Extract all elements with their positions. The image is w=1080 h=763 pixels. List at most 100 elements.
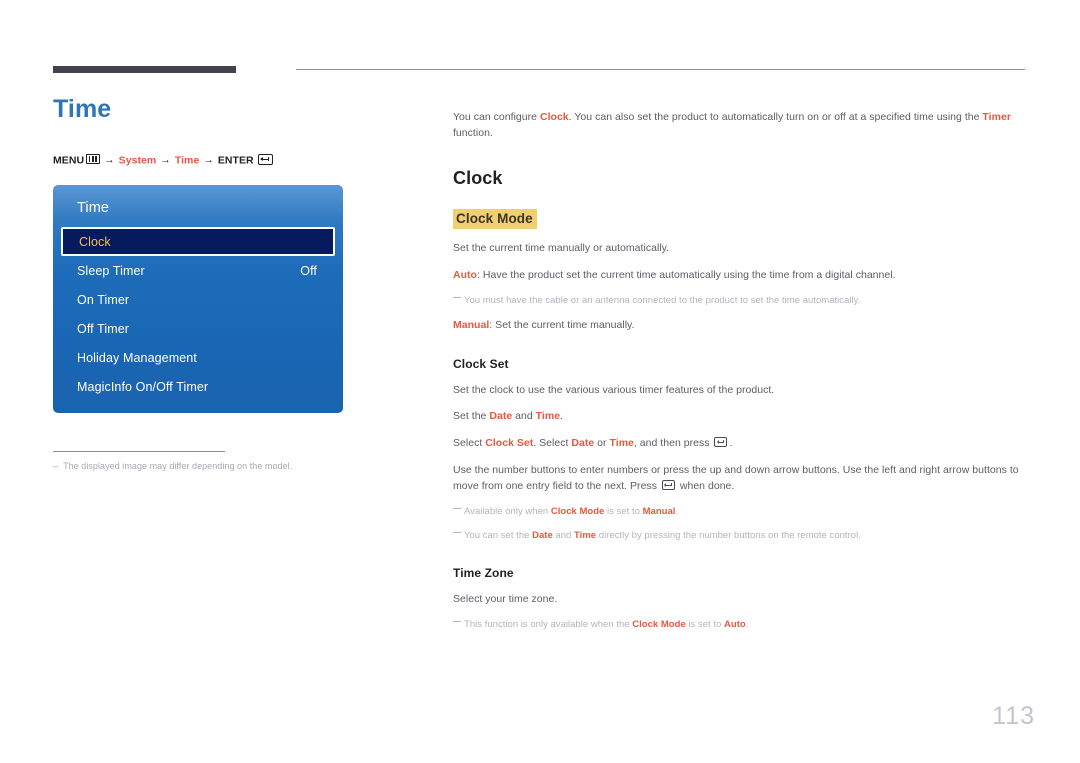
menu-path-system: System: [118, 154, 157, 166]
menu-path-breadcrumb: MENU → System → Time → ENTER: [53, 153, 399, 166]
line2-time: Time: [535, 410, 561, 423]
tz-note-a: This function is only available when the: [464, 618, 633, 630]
intro-part-3: function.: [453, 126, 493, 139]
note2-a: You can set the: [464, 529, 533, 541]
subsection-heading-time-zone: Time Zone: [453, 565, 514, 580]
line2-e: .: [560, 410, 564, 423]
footnote-divider: [53, 451, 225, 452]
line2-a: Set the: [453, 410, 490, 423]
osd-item-off-timer[interactable]: Off Timer: [53, 314, 343, 343]
time-zone-description: Select your time zone.: [453, 592, 558, 605]
line4-b: when done.: [676, 480, 735, 493]
osd-panel-title: Time: [77, 200, 110, 216]
note-dash-icon: [453, 531, 461, 533]
auto-label: Auto: [453, 268, 477, 281]
clock-set-line-4: Use the number buttons to enter numbers …: [453, 462, 1025, 495]
manual-description: : Set the current time manually.: [489, 319, 635, 332]
note-dash-icon: [453, 296, 461, 298]
line3-g: , and then press: [633, 437, 713, 450]
osd-menu-list: Clock Sleep Timer Off On Timer Off Timer…: [53, 227, 343, 401]
note1-clock-mode: Clock Mode: [550, 505, 605, 517]
line3-time: Time: [609, 437, 634, 450]
subsection-heading-clock-set: Clock Set: [453, 356, 509, 371]
menu-grid-icon: [86, 154, 101, 164]
time-zone-note: This function is only available when the…: [453, 618, 1025, 632]
clock-set-note-2: You can set the Date and Time directly b…: [453, 529, 1025, 543]
clock-mode-manual-line: Manual: Set the current time manually.: [453, 317, 1025, 333]
clock-mode-auto-line: Auto: Have the product set the current t…: [453, 267, 1025, 283]
tz-note-clock-mode: Clock Mode: [632, 618, 686, 630]
enter-key-icon: [714, 437, 728, 448]
osd-item-on-timer[interactable]: On Timer: [53, 285, 343, 314]
line3-clock-set: Clock Set: [485, 437, 534, 450]
osd-item-magicinfo-timer[interactable]: MagicInfo On/Off Timer: [53, 372, 343, 401]
intro-bold-clock: Clock: [539, 110, 569, 123]
menu-path-arrow-1: →: [104, 154, 115, 166]
footnote-dash: –: [53, 461, 59, 471]
line3-c: . Select: [533, 437, 572, 450]
footnote: – The displayed image may differ dependin…: [53, 461, 399, 471]
clock-mode-description: Set the current time manually or automat…: [453, 242, 670, 255]
menu-path-time: Time: [174, 154, 200, 166]
line3-date: Date: [571, 437, 595, 450]
menu-path-arrow-2: →: [160, 154, 171, 166]
auto-description: : Have the product set the current time …: [477, 268, 896, 281]
right-column: You can configure Clock. You can also se…: [453, 98, 1025, 641]
osd-item-label: Sleep Timer: [77, 263, 145, 278]
note2-e: directly by pressing the number buttons …: [596, 529, 861, 541]
note2-c: and: [552, 529, 575, 541]
note-dash-icon: [453, 620, 461, 622]
page-title: Time: [53, 95, 112, 123]
osd-item-label: On Timer: [77, 292, 130, 307]
left-column: Time MENU → System → Time → ENTER Time Cl…: [53, 95, 399, 471]
tz-note-c: is set to: [685, 618, 724, 630]
section-heading-clock: Clock: [453, 168, 503, 189]
line2-c: and: [512, 410, 536, 423]
header-rule-thick: [53, 66, 236, 73]
page-number: 113: [992, 702, 1035, 730]
clock-set-line-3: Select Clock Set. Select Date or Time, a…: [453, 435, 1025, 451]
note2-time: Time: [574, 529, 597, 541]
enter-key-icon: [257, 153, 273, 165]
osd-item-sleep-timer[interactable]: Sleep Timer Off: [53, 256, 343, 285]
osd-item-label: Clock: [79, 234, 111, 249]
manual-label: Manual: [453, 319, 490, 332]
intro-part-1: You can configure: [453, 110, 540, 123]
clock-mode-auto-note: You must have the cable or an antenna co…: [453, 294, 1025, 308]
osd-menu-panel: Time Clock Sleep Timer Off On Timer Off …: [53, 185, 343, 413]
intro-part-2: . You can also set the product to automa…: [568, 110, 983, 123]
line3-h: .: [729, 437, 733, 450]
tz-note-auto: Auto: [723, 618, 746, 630]
menu-path-menu-label: MENU: [53, 154, 85, 166]
auto-note-text: You must have the cable or an antenna co…: [464, 294, 861, 306]
osd-item-label: Off Timer: [77, 321, 130, 336]
osd-item-holiday-management[interactable]: Holiday Management: [53, 343, 343, 372]
page-header-rule: [53, 66, 1025, 74]
note1-a: Available only when: [464, 505, 551, 517]
osd-item-label: Holiday Management: [77, 350, 197, 365]
note1-e: .: [675, 505, 679, 517]
line4-a: Use the number buttons to enter numbers …: [453, 463, 1019, 493]
osd-item-label: MagicInfo On/Off Timer: [77, 379, 209, 394]
menu-path-enter-label: ENTER: [217, 154, 254, 166]
note-dash-icon: [453, 507, 461, 510]
note1-manual: Manual: [642, 505, 676, 517]
clock-set-note-1: Available only when Clock Mode is set to…: [453, 505, 1025, 519]
clock-set-line-1: Set the clock to use the various various…: [453, 383, 775, 396]
intro-paragraph: You can configure Clock. You can also se…: [453, 109, 1025, 142]
menu-path-arrow-3: →: [203, 154, 214, 166]
osd-item-value: Off: [300, 263, 317, 278]
enter-key-icon: [661, 480, 675, 491]
intro-bold-timer: Timer: [982, 110, 1011, 123]
tz-note-e: .: [745, 618, 749, 630]
osd-item-clock[interactable]: Clock: [61, 227, 335, 256]
note2-date: Date: [532, 529, 553, 541]
subsection-heading-clock-mode: Clock Mode: [453, 209, 537, 230]
line3-a: Select: [453, 437, 486, 450]
clock-set-line-2: Set the Date and Time.: [453, 408, 1025, 424]
note1-c: is set to: [604, 505, 643, 517]
line3-e: or: [594, 437, 610, 450]
header-rule-thin: [296, 69, 1025, 70]
footnote-text: The displayed image may differ depending…: [63, 461, 293, 471]
line2-date: Date: [489, 410, 513, 423]
